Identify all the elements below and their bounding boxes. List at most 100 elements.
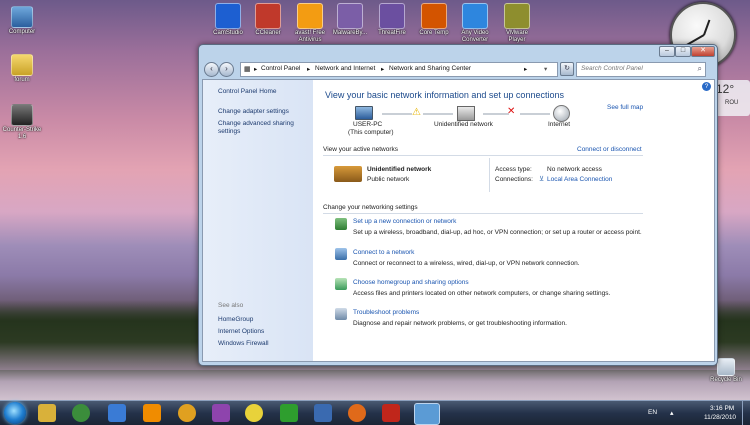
- troubleshoot-icon: [335, 308, 347, 320]
- homegroup-sharing-link[interactable]: Choose homegroup and sharing options: [353, 279, 469, 286]
- internet-options-link[interactable]: Internet Options: [218, 328, 264, 335]
- see-full-map-link[interactable]: See full map: [607, 104, 643, 111]
- search-input[interactable]: [581, 65, 689, 72]
- explorer-icon[interactable]: [38, 404, 56, 422]
- disc-icon[interactable]: [245, 404, 263, 422]
- help-icon[interactable]: ?: [702, 82, 711, 91]
- control-panel-icon[interactable]: [414, 403, 440, 425]
- main-pane: View your basic network information and …: [313, 80, 714, 361]
- minimize-button[interactable]: –: [659, 46, 675, 57]
- troubleshoot-link[interactable]: Troubleshoot problems: [353, 309, 419, 316]
- active-networks-heading: View your active networks: [323, 146, 399, 153]
- desktop-icon-label: Any Video Converter: [461, 30, 489, 43]
- breadcrumb-network-internet[interactable]: Network and Internet: [315, 65, 375, 72]
- internet-globe-icon: [553, 105, 570, 122]
- control-panel-home-link[interactable]: Control Panel Home: [218, 88, 277, 95]
- show-desktop-button[interactable]: [742, 401, 750, 425]
- desktop-icon-any-video-converter[interactable]: Any Video Converter: [455, 3, 495, 44]
- chrome-icon[interactable]: [72, 404, 90, 422]
- breadcrumb-separator-icon: ▸: [254, 66, 258, 73]
- local-area-connection-link[interactable]: Local Area Connection: [547, 176, 612, 183]
- search-icon[interactable]: ⌕: [698, 64, 702, 74]
- desktop-icon-label: Computer: [8, 29, 36, 35]
- breadcrumb-network-sharing-center[interactable]: Network and Sharing Center: [389, 65, 471, 72]
- network-sharing-window: – □ ✕ ‹ › ▦ ▸ Control Panel ▸ Network an…: [198, 44, 718, 366]
- homegroup-link[interactable]: HomeGroup: [218, 316, 253, 323]
- back-button[interactable]: ‹: [204, 62, 219, 77]
- maximize-button[interactable]: □: [675, 46, 691, 57]
- tray-arrow-icon[interactable]: ▴: [670, 409, 674, 417]
- desktop-icon-avast[interactable]: avast! Free Antivirus: [290, 3, 330, 44]
- homegroup-icon: [335, 278, 347, 290]
- desktop-icon-label: avast! Free Antivirus: [294, 30, 325, 43]
- link-line: [483, 113, 509, 115]
- pc-name: USER-PC: [353, 121, 383, 128]
- desktop-icon-label: MalwareBy...: [332, 30, 368, 36]
- language-indicator[interactable]: EN: [648, 409, 657, 416]
- computer-icon: [355, 106, 373, 120]
- breadcrumb-separator-icon: ▸: [524, 66, 528, 73]
- recycle-bin-icon: [717, 358, 735, 376]
- network-icon: [457, 106, 475, 121]
- camstudio-icon: [215, 3, 241, 29]
- change-settings-heading: Change your networking settings: [323, 204, 418, 211]
- see-also-heading: See also: [218, 302, 244, 309]
- access-type-label: Access type:: [495, 166, 532, 173]
- connect-disconnect-link[interactable]: Connect or disconnect: [577, 146, 642, 153]
- core-temp-icon: [421, 3, 447, 29]
- link-line: [520, 113, 550, 115]
- desktop-icon-ccleaner[interactable]: CCleaner: [248, 3, 288, 37]
- breadcrumb-control-panel[interactable]: Control Panel: [261, 65, 300, 72]
- ccleaner-icon: [255, 3, 281, 29]
- refresh-button[interactable]: ↻: [560, 62, 574, 76]
- network-icon[interactable]: [108, 404, 126, 422]
- taskbar: EN ▴ 3:16 PM 11/28/2010: [0, 400, 750, 425]
- address-bar[interactable]: ▦ ▸ Control Panel ▸ Network and Internet…: [240, 62, 558, 77]
- desktop-icon-forum[interactable]: forum: [0, 54, 44, 84]
- change-adapter-settings-link[interactable]: Change adapter settings: [218, 108, 289, 115]
- media-player-icon[interactable]: [178, 404, 196, 422]
- desktop-icon-label: ThreatFire: [378, 30, 406, 36]
- desktop-icon-label: Recycle Bin: [710, 377, 742, 383]
- desktop-icon-core-temp[interactable]: Core Temp: [414, 3, 454, 37]
- disconnected-x-icon: ✕: [507, 106, 516, 117]
- document-icon[interactable]: [314, 404, 332, 422]
- threatfire-icon: [379, 3, 405, 29]
- desktop-icon-computer[interactable]: Computer: [0, 6, 44, 36]
- forward-button[interactable]: ›: [219, 62, 234, 77]
- desktop-icon-vmware[interactable]: VMware Player: [497, 3, 537, 44]
- vlc-icon[interactable]: [143, 404, 161, 422]
- search-box[interactable]: ⌕: [576, 62, 706, 77]
- desktop-icon-camstudio[interactable]: CamStudio: [208, 3, 248, 37]
- desktop-icon-malwarebytes[interactable]: MalwareBy...: [330, 3, 370, 37]
- any-video-converter-icon: [462, 3, 488, 29]
- clock-date[interactable]: 11/28/2010: [704, 414, 736, 421]
- window-titlebar[interactable]: – □ ✕: [199, 45, 717, 59]
- task-description: Connect or reconnect to a wireless, wire…: [353, 260, 580, 267]
- windows-firewall-link[interactable]: Windows Firewall: [218, 340, 269, 347]
- start-button[interactable]: [4, 402, 26, 424]
- active-network-name: Unidentified network: [367, 166, 432, 173]
- change-advanced-sharing-link[interactable]: Change advanced sharing settings: [218, 120, 308, 136]
- connections-label: Connections:: [495, 176, 533, 183]
- close-button[interactable]: ✕: [691, 46, 715, 57]
- setup-new-connection-link[interactable]: Set up a new connection or network: [353, 218, 456, 225]
- messenger-icon[interactable]: [212, 404, 230, 422]
- desktop-icon-threatfire[interactable]: ThreatFire: [372, 3, 412, 37]
- firefox-icon[interactable]: [348, 404, 366, 422]
- breadcrumb-separator-icon: ▸: [381, 66, 385, 73]
- clock-time[interactable]: 3:16 PM: [710, 405, 734, 412]
- counter-strike-icon: [11, 104, 33, 126]
- access-type-value: No network access: [547, 166, 602, 173]
- address-dropdown-icon[interactable]: ▾: [544, 65, 547, 73]
- connect-network-icon: [335, 248, 347, 260]
- connect-to-network-link[interactable]: Connect to a network: [353, 249, 414, 256]
- active-network-type[interactable]: Public network: [367, 176, 409, 183]
- desktop-icon-counter-strike[interactable]: Counter-Strike 1.6: [0, 104, 44, 141]
- pdf-icon[interactable]: [382, 404, 400, 422]
- weather-temp: 12°: [716, 82, 735, 96]
- utorrent-icon[interactable]: [280, 404, 298, 422]
- divider: [323, 155, 643, 156]
- desktop-icon-label: forum: [14, 77, 30, 83]
- divider-vertical: [489, 158, 490, 192]
